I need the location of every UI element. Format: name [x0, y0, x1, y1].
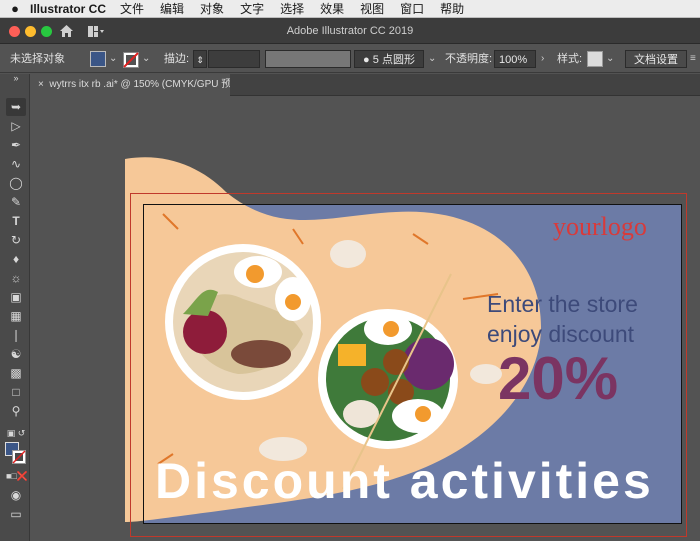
- type-tool-icon[interactable]: T: [6, 212, 26, 230]
- selection-status: 未选择对象: [10, 53, 65, 65]
- pen-tool-icon[interactable]: ✒: [6, 136, 26, 154]
- default-colors-icon[interactable]: ▣ ↺: [6, 424, 26, 442]
- menu-select[interactable]: 选择: [280, 0, 304, 17]
- gradient-tool-icon[interactable]: ▣: [6, 288, 26, 306]
- document-tab-title: wytrrs itx rb .ai* @ 150% (CMYK/GPU 预览): [49, 79, 230, 90]
- brush-dot-icon: ●: [363, 54, 370, 66]
- stroke-chevron-icon[interactable]: ⌄: [142, 50, 150, 68]
- canvas-area[interactable]: yourlogo Enter the store enjoy discount …: [31, 97, 700, 541]
- stroke-none-swatch-icon[interactable]: [123, 51, 139, 69]
- menu-bar: ● Illustrator CC 文件 编辑 对象 文字 选择 效果 视图 窗口…: [0, 0, 700, 18]
- opacity-label: 不透明度:: [445, 53, 493, 65]
- zoom-tool-icon[interactable]: ⚲: [6, 402, 26, 420]
- menu-window[interactable]: 窗口: [400, 0, 424, 17]
- window-title: Adobe Illustrator CC 2019: [286, 25, 414, 37]
- menu-view[interactable]: 视图: [360, 0, 384, 17]
- minimize-window-button[interactable]: [25, 26, 36, 37]
- collapse-panel-icon[interactable]: »: [6, 74, 26, 83]
- menu-effect[interactable]: 效果: [320, 0, 344, 17]
- menu-edit[interactable]: 编辑: [160, 0, 184, 17]
- brush-definition-dropdown[interactable]: ● 5 点圆形: [354, 50, 424, 68]
- eraser-tool-icon[interactable]: ♦: [6, 250, 26, 268]
- fill-color-swatch[interactable]: [90, 51, 106, 67]
- document-tab-bar: × wytrrs itx rb .ai* @ 150% (CMYK/GPU 预览…: [30, 74, 700, 96]
- fill-chevron-icon[interactable]: ⌄: [109, 50, 117, 68]
- stroke-stepper[interactable]: ⇕: [193, 50, 207, 68]
- menu-help[interactable]: 帮助: [440, 0, 464, 17]
- symbol-sprayer-tool-icon[interactable]: ☯: [6, 345, 26, 363]
- apple-logo-icon[interactable]: ●: [0, 1, 30, 16]
- color-mode-icon[interactable]: ■□❌: [6, 467, 28, 485]
- close-window-button[interactable]: [9, 26, 20, 37]
- document-tab[interactable]: × wytrrs itx rb .ai* @ 150% (CMYK/GPU 预览…: [30, 74, 230, 96]
- window-titlebar: Adobe Illustrator CC 2019: [0, 18, 700, 44]
- paintbrush-tool-icon[interactable]: ✎: [6, 193, 26, 211]
- rotate-tool-icon[interactable]: ↻: [6, 231, 26, 249]
- control-bar: 未选择对象 ⌄ ⌄ 描边: ⇕ ● 5 点圆形 ⌄ 不透明度: 100% › 样…: [0, 45, 700, 73]
- variable-width-profile[interactable]: [265, 50, 351, 68]
- selection-tool-icon[interactable]: ➥: [6, 98, 26, 116]
- style-chevron-icon[interactable]: ⌄: [606, 50, 614, 68]
- direct-selection-tool-icon[interactable]: ▷: [6, 117, 26, 135]
- brush-chevron-icon[interactable]: ⌄: [428, 50, 436, 68]
- overflow-icon[interactable]: ≡: [690, 50, 696, 68]
- warp-tool-icon[interactable]: ☼: [6, 269, 26, 287]
- drawing-mode-icon[interactable]: ◉: [6, 486, 26, 504]
- curvature-tool-icon[interactable]: ∿: [6, 155, 26, 173]
- ellipse-tool-icon[interactable]: ◯: [6, 174, 26, 192]
- artboard-tool-icon[interactable]: □: [6, 383, 26, 401]
- opacity-arrow-icon[interactable]: ›: [541, 50, 544, 68]
- opacity-input[interactable]: 100%: [494, 50, 536, 68]
- screen-mode-icon[interactable]: ▭: [6, 505, 26, 523]
- bleed-guide: [130, 193, 687, 537]
- graph-tool-icon[interactable]: ▩: [6, 364, 26, 382]
- stroke-label: 描边:: [164, 53, 190, 65]
- eyedropper-tool-icon[interactable]: ❘: [6, 326, 26, 344]
- menu-type[interactable]: 文字: [240, 0, 264, 17]
- menu-app-name[interactable]: Illustrator CC: [30, 2, 106, 16]
- close-tab-icon[interactable]: ×: [38, 79, 44, 90]
- menu-file[interactable]: 文件: [120, 0, 144, 17]
- document-setup-button[interactable]: 文档设置: [625, 50, 687, 68]
- workspace-switcher-icon[interactable]: [88, 26, 104, 37]
- tools-panel: » ➥ ▷ ✒ ∿ ◯ ✎ T ↻ ♦ ☼ ▣ ▦ ❘ ☯ ▩ □ ⚲ ▣ ↺ …: [0, 74, 30, 541]
- zoom-window-button[interactable]: [41, 26, 52, 37]
- home-icon[interactable]: [59, 24, 74, 38]
- stroke-swatch-icon[interactable]: [12, 450, 26, 464]
- stroke-weight-input[interactable]: [208, 50, 260, 68]
- style-label: 样式:: [557, 53, 583, 65]
- graphic-style-swatch[interactable]: [587, 51, 603, 67]
- menu-object[interactable]: 对象: [200, 0, 224, 17]
- mesh-tool-icon[interactable]: ▦: [6, 307, 26, 325]
